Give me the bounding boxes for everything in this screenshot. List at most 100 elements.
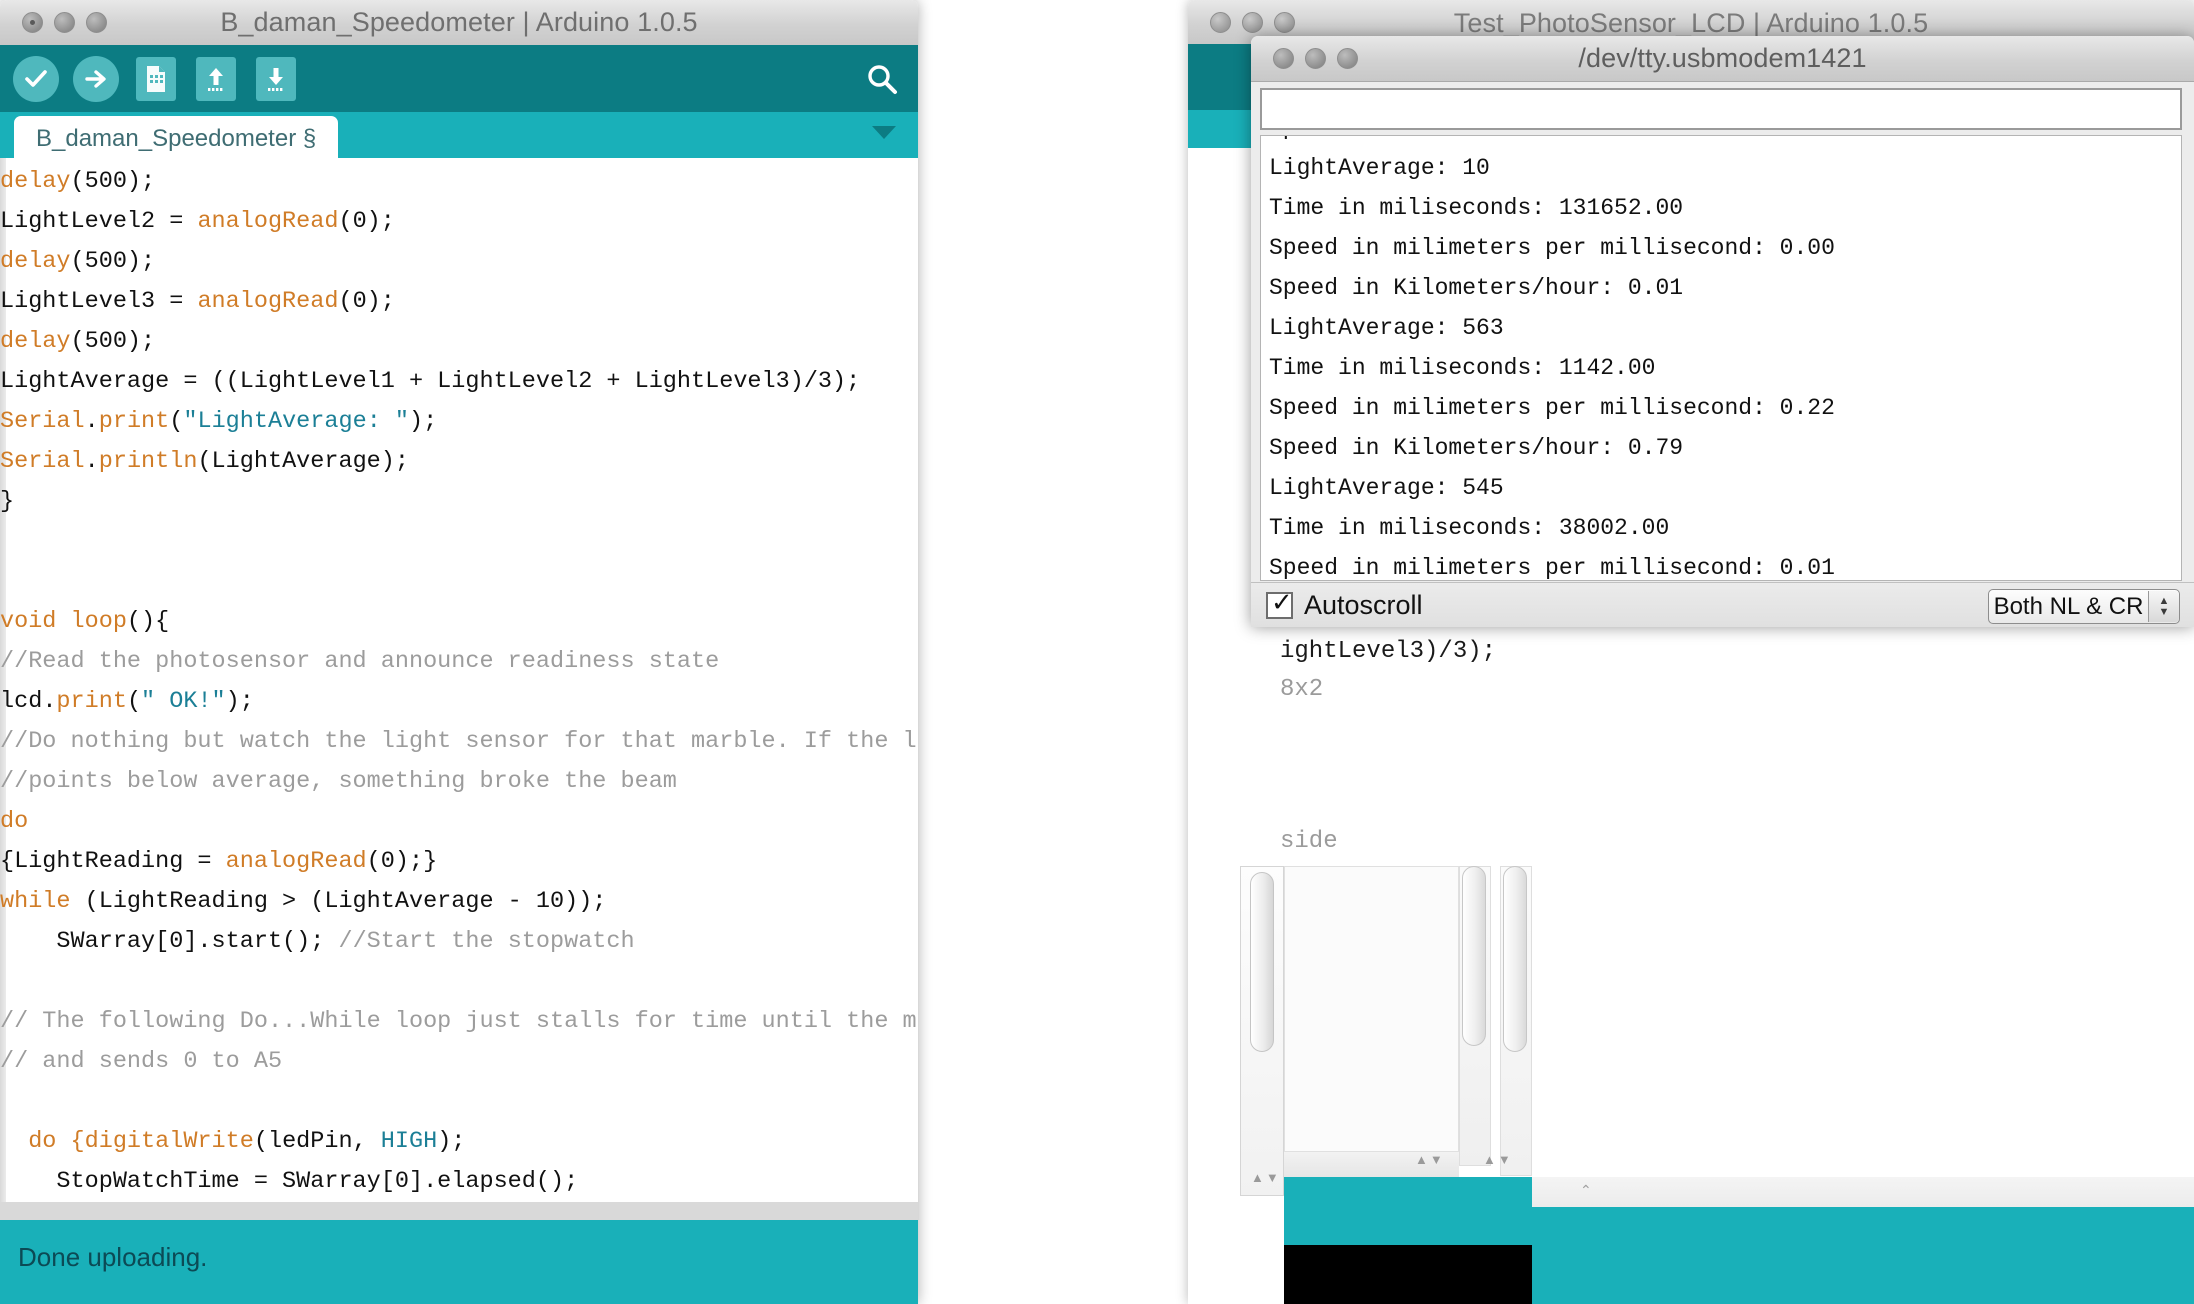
back-scroll-thumb-left[interactable] [1250, 872, 1274, 1052]
back-horizontal-scrollbar[interactable] [1532, 1177, 2194, 1207]
code-line: //points below average, something broke … [0, 768, 677, 795]
save-sketch-button[interactable] [250, 53, 302, 105]
zoom-button[interactable] [86, 12, 107, 33]
check-icon: ✓ [1271, 586, 1293, 617]
back-scroll-thumb-mid2[interactable] [1503, 866, 1527, 1052]
code-line: void loop(){ [0, 608, 170, 635]
code-line: LightAverage = ((LightLevel1 + LightLeve… [0, 368, 861, 395]
arrow-up-icon [196, 56, 236, 101]
back-window-title: Test_PhotoSensor_LCD | Arduino 1.0.5 [1453, 8, 1929, 38]
open-sketch-button[interactable] [190, 53, 242, 105]
code-editor[interactable]: delay(500); LightLevel2 = analogRead(0); d… [0, 158, 918, 1202]
minimize-button[interactable] [54, 12, 75, 33]
close-button[interactable] [22, 12, 43, 33]
arrow-right-icon [73, 55, 119, 102]
code-line: lcd.print(" OK!"); [0, 688, 254, 715]
serial-monitor-titlebar[interactable]: /dev/tty.usbmodem1421 [1251, 36, 2194, 82]
zoom-button[interactable] [1337, 48, 1358, 69]
code-line: delay(500); [0, 168, 156, 195]
serial-output-line: Speed in Kilometers/hour: 0.01 [1269, 275, 1684, 301]
back-hscroll-arrow[interactable]: ⌃ [1580, 1182, 1592, 1199]
back-window-traffic-lights[interactable] [1188, 11, 1295, 33]
serial-monitor-window[interactable]: /dev/tty.usbmodem1421 Speed in Kilometer… [1251, 36, 2194, 627]
arrow-down-icon [256, 56, 296, 101]
editor-toolbar [0, 45, 918, 112]
status-divider [0, 1202, 918, 1220]
tab-label: B_daman_Speedometer § [36, 125, 317, 152]
serial-output-pane[interactable]: Speed in Kilometers/hour: 1.11 LightAvera… [1260, 135, 2182, 581]
upload-button[interactable] [70, 53, 122, 105]
chevron-up-icon: ▲ [2158, 594, 2170, 607]
code-line: while (LightReading > (LightAverage - 10… [0, 888, 607, 915]
serial-output-line: Speed in milimeters per millisecond: 0.0… [1269, 555, 1835, 581]
code-line: //Read the photosensor and announce read… [0, 648, 720, 675]
serial-output-line: LightAverage: 10 [1269, 155, 1490, 181]
code-line: SWarray[0].start(); //Start the stopwatc… [0, 928, 635, 955]
serial-output-line: LightAverage: 545 [1269, 475, 1504, 501]
code-line: LightLevel3 = analogRead(0); [0, 288, 395, 315]
editor-window-title: B_daman_Speedometer | Arduino 1.0.5 [220, 7, 698, 37]
serial-output-line: Speed in milimeters per millisecond: 0.0… [1269, 235, 1835, 261]
back-inner-panel-arrows[interactable]: ▲▼ [1415, 1152, 1445, 1167]
editor-status-bar: Done uploading. [0, 1202, 918, 1304]
back-teal-band-2 [1459, 1177, 1532, 1245]
stepper-icon[interactable]: ▲ ▼ [2148, 591, 2179, 622]
back-teal-band-1 [1284, 1177, 1459, 1245]
serial-send-input[interactable] [1260, 88, 2182, 130]
minimize-button[interactable] [1242, 11, 1263, 33]
chevron-down-icon[interactable] [872, 126, 896, 139]
code-line: {LightReading = analogRead(0);} [0, 848, 438, 875]
screen: Test_PhotoSensor_LCD | Arduino 1.0.5 igh… [0, 0, 2194, 1304]
back-code-fragment-2: 8x2 [1280, 676, 1324, 703]
minimize-button[interactable] [1305, 48, 1326, 69]
check-icon [13, 55, 59, 102]
serial-monitor-title: /dev/tty.usbmodem1421 [1578, 43, 1867, 73]
autoscroll-checkbox[interactable]: ✓ [1266, 586, 1293, 619]
editor-traffic-lights[interactable] [0, 12, 107, 33]
line-ending-select[interactable]: Both NL & CR ▲ ▼ [1988, 589, 2180, 624]
code-text: delay(500); LightLevel2 = analogRead(0); d… [0, 162, 918, 1202]
serial-output-line: Time in miliseconds: 1142.00 [1269, 355, 1656, 381]
close-button[interactable] [1273, 48, 1294, 69]
back-scroll-thumb-mid[interactable] [1462, 866, 1486, 1046]
serial-output-line: Speed in Kilometers/hour: 1.11 [1269, 136, 1835, 148]
tab-b-daman-speedometer[interactable]: B_daman_Speedometer § [14, 116, 339, 162]
serial-monitor-button[interactable] [860, 57, 904, 101]
back-code-fragment-1: ightLevel3)/3); [1280, 638, 1497, 665]
zoom-button[interactable] [1274, 11, 1295, 33]
editor-titlebar[interactable]: B_daman_Speedometer | Arduino 1.0.5 [0, 0, 918, 46]
verify-button[interactable] [10, 53, 62, 105]
autoscroll-label: Autoscroll [1304, 589, 1423, 620]
code-line: Serial.println(LightAverage); [0, 448, 409, 475]
code-line: Serial.print("LightAverage: "); [0, 408, 438, 435]
new-sketch-button[interactable] [130, 53, 182, 105]
code-line: // and sends 0 to A5 [0, 1048, 283, 1075]
back-inner-panel [1284, 866, 1459, 1152]
code-line: delay(500); [0, 328, 156, 355]
serial-output-line: Speed in Kilometers/hour: 0.79 [1269, 435, 1684, 461]
serial-monitor-traffic-lights[interactable] [1251, 48, 1358, 69]
serial-output-text: Speed in Kilometers/hour: 1.11 LightAvera… [1269, 136, 1835, 581]
close-button[interactable] [1210, 11, 1231, 33]
code-line: //Do nothing but watch the light sensor … [0, 728, 918, 755]
serial-output-line: Time in miliseconds: 131652.00 [1269, 195, 1684, 221]
line-ending-value: Both NL & CR [1993, 592, 2144, 620]
status-message: Done uploading. [18, 1242, 208, 1272]
back-black-band-1 [1284, 1245, 1459, 1304]
code-line: do {digitalWrite(ledPin, HIGH); [0, 1128, 466, 1155]
editor-tabstrip: B_daman_Speedometer § [0, 112, 918, 162]
serial-output-line: Time in miliseconds: 38002.00 [1269, 515, 1670, 541]
code-line: } [0, 488, 15, 515]
arduino-editor-window[interactable]: B_daman_Speedometer | Arduino 1.0.5 B_da… [0, 0, 918, 1304]
back-scroll-arrows-mid[interactable]: ▲▼ [1483, 1152, 1513, 1167]
code-line: do [0, 808, 29, 835]
code-line: delay(500); [0, 248, 156, 275]
back-code-fragment-3: side [1280, 828, 1338, 855]
back-scroll-arrows-left[interactable]: ▲▼ [1251, 1170, 1279, 1185]
code-line: StopWatchTime = SWarray[0].elapsed(); [0, 1168, 579, 1195]
code-line: // The following Do...While loop just st… [0, 1008, 918, 1035]
